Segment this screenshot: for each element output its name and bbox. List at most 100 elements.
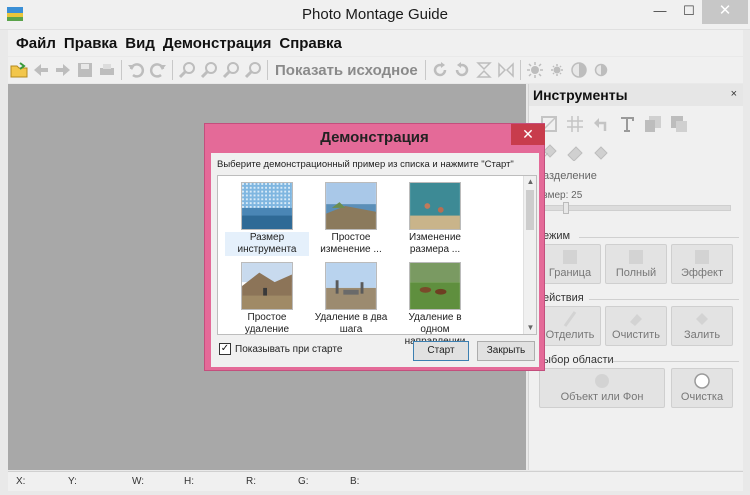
tools-panel-title: Инструменты [533,87,628,103]
demo-thumbnail [409,182,461,230]
status-h: H: [184,476,194,487]
menu-bar: Файл Правка Вид Демонстрация Справка [8,30,743,56]
mode-border-label: Граница [548,267,592,279]
section-area-label: ыбор области [543,354,614,366]
action-fill-button[interactable]: Залить [671,306,733,346]
flip-vertical-icon[interactable] [473,59,495,81]
text-icon[interactable] [617,114,637,134]
list-item[interactable]: Простое удаление [225,262,309,336]
effect-icon [695,250,709,264]
close-window-button[interactable]: ✕ [702,0,748,24]
show-on-start-checkbox[interactable]: ✓ [219,343,231,355]
area-object-label: Объект или Фон [560,391,644,403]
demo-list-scrollbar[interactable]: ▲ ▼ [523,176,536,334]
show-original-button[interactable]: Показать исходное [271,62,422,79]
demo-label: Простое удаление [244,312,290,335]
scroll-up-icon[interactable]: ▲ [525,176,536,188]
settings-icon[interactable] [546,59,568,81]
dialog-instruction: Выберите демонстрационный пример из спис… [217,159,514,170]
mode-effect-button[interactable]: Эффект [671,244,733,284]
zoom-fit-icon[interactable] [220,59,242,81]
list-item[interactable]: Изменение размера ... [393,182,477,256]
zoom-out-icon[interactable] [198,59,220,81]
mode-full-label: Полный [615,267,657,279]
brush-size-slider[interactable] [543,205,731,211]
minimize-button[interactable]: — [645,0,675,24]
tools-icon-row-2 [539,142,611,162]
mode-border-button[interactable]: Граница [539,244,601,284]
section-mode-label: ежим [543,230,571,242]
section-actions-label: ействия [543,292,584,304]
list-item[interactable]: Удаление в одномнаправлении [393,262,477,348]
rotate-right-icon[interactable] [429,59,451,81]
status-b: B: [350,476,360,487]
demo-list[interactable]: Размеринструмента Простоеизменение ... [217,175,537,347]
list-item[interactable]: Размер инструмента [225,182,309,256]
area-object-or-background-button[interactable]: Объект или Фон [539,368,665,408]
list-item[interactable]: Удаление в два шага [309,262,393,336]
demo-label: Удаление в два шага [314,312,388,335]
print-icon[interactable] [96,59,118,81]
dialog-body: Выберите демонстрационный пример из спис… [211,153,539,367]
divider [613,361,739,362]
mode-full-button[interactable]: Полный [605,244,667,284]
demo-thumbnail [409,262,461,310]
zoom-actual-icon[interactable] [242,59,264,81]
border-icon [563,250,577,264]
menu-demo[interactable]: Демонстрация [159,35,276,52]
rotate-back-icon[interactable] [591,114,611,134]
contrast-icon[interactable] [568,59,590,81]
tools-panel-close-button[interactable]: × [731,88,737,100]
demo-thumbnail [241,262,293,310]
paste-layer-icon[interactable] [669,114,689,134]
toolbar-separator [424,60,426,80]
divider [589,299,739,300]
action-clear-button[interactable]: Очистить [605,306,667,346]
copy-layer-icon[interactable] [643,114,663,134]
area-clear-button[interactable]: Очистка [671,368,733,408]
brush-size-slider-thumb[interactable] [563,202,569,214]
menu-file[interactable]: Файл [8,35,60,52]
start-button[interactable]: Старт [413,341,469,361]
redo-icon[interactable] [147,59,169,81]
scrollbar-thumb[interactable] [526,190,534,230]
open-icon[interactable] [8,59,30,81]
scroll-down-icon[interactable]: ▼ [525,322,536,334]
grid-icon[interactable] [565,114,585,134]
menu-help[interactable]: Справка [275,35,345,52]
undo-icon[interactable] [125,59,147,81]
saturation-icon[interactable] [590,59,612,81]
action-separate-button[interactable]: Отделить [539,306,601,346]
forward-icon[interactable] [52,59,74,81]
menu-view[interactable]: Вид [121,35,159,52]
tools-panel: Инструменты × азделение змер: 25 ежим Гр… [528,84,743,470]
clear-icon [630,314,642,326]
action-fill-label: Залить [683,329,721,341]
status-bar: X: Y: W: H: R: G: B: [8,471,743,491]
eraser-icon[interactable] [565,142,585,162]
flip-horizontal-icon[interactable] [495,59,517,81]
status-r: R: [246,476,256,487]
back-icon[interactable] [30,59,52,81]
rotate-left-icon[interactable] [451,59,473,81]
save-icon[interactable] [74,59,96,81]
tools-panel-header: Инструменты × [529,84,743,106]
demo-label: Изменение размера ... [409,232,461,255]
zoom-in-icon[interactable] [176,59,198,81]
window-title: Photo Montage Guide [302,6,448,23]
list-item[interactable]: Простое изменение ... [309,182,393,256]
dialog-close-button[interactable]: ✕ [511,124,545,145]
dialog-close-text-button[interactable]: Закрыть [477,341,535,361]
brush-size-label: змер: 25 [543,190,583,201]
status-y: Y: [68,476,77,487]
tools-icon-row-1 [539,114,689,134]
section-split-label: азделение [543,170,597,182]
fill-tool-icon[interactable] [591,142,611,162]
brightness-icon[interactable] [524,59,546,81]
filled-circle-icon [595,374,609,388]
divider [579,237,739,238]
maximize-button[interactable]: ☐ [674,0,704,24]
status-x: X: [16,476,26,487]
menu-edit[interactable]: Правка [60,35,121,52]
separate-icon [563,311,577,327]
